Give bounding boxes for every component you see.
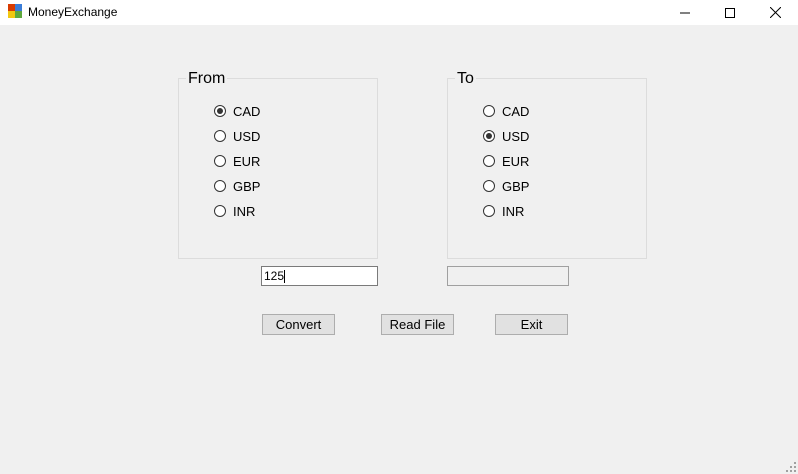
radio-label: CAD <box>502 103 530 119</box>
radio-button-checked[interactable] <box>214 105 226 117</box>
radio-button[interactable] <box>214 130 226 142</box>
radio-button[interactable] <box>214 205 226 217</box>
to-radio-cad[interactable]: CAD <box>483 103 529 119</box>
from-group-title: From <box>186 70 228 88</box>
from-radio-cad[interactable]: CAD <box>214 103 260 119</box>
radio-label: GBP <box>233 178 261 194</box>
radio-button[interactable] <box>214 180 226 192</box>
title-bar: MoneyExchange <box>0 0 798 25</box>
convert-button[interactable]: Convert <box>262 314 335 335</box>
to-groupbox: To CAD USD EUR GBP INR <box>447 70 647 259</box>
from-groupbox: From CAD USD EUR GBP INR <box>178 70 378 259</box>
amount-input-value: 125 <box>264 269 285 283</box>
maximize-icon <box>725 7 735 18</box>
radio-button[interactable] <box>483 155 495 167</box>
to-radio-gbp[interactable]: GBP <box>483 178 529 194</box>
to-group-title: To <box>455 70 476 88</box>
radio-label: INR <box>502 203 525 219</box>
radio-button[interactable] <box>483 205 495 217</box>
radio-label: USD <box>233 128 261 144</box>
text-caret <box>284 270 286 284</box>
close-icon <box>769 7 781 18</box>
minimize-icon <box>680 12 690 13</box>
to-radio-usd[interactable]: USD <box>483 128 529 144</box>
radio-button[interactable] <box>214 155 226 167</box>
read-file-button[interactable]: Read File <box>381 314 454 335</box>
to-radio-inr[interactable]: INR <box>483 203 524 219</box>
close-button[interactable] <box>752 0 798 25</box>
radio-label: CAD <box>233 103 261 119</box>
from-radio-inr[interactable]: INR <box>214 203 255 219</box>
from-radio-usd[interactable]: USD <box>214 128 260 144</box>
radio-label: EUR <box>233 153 261 169</box>
radio-label: INR <box>233 203 256 219</box>
from-radio-gbp[interactable]: GBP <box>214 178 260 194</box>
to-radio-eur[interactable]: EUR <box>483 153 529 169</box>
window-title: MoneyExchange <box>28 5 118 19</box>
radio-label: GBP <box>502 178 530 194</box>
result-output[interactable] <box>447 266 569 286</box>
from-radio-eur[interactable]: EUR <box>214 153 260 169</box>
minimize-button[interactable] <box>662 0 708 25</box>
app-icon <box>8 4 22 18</box>
amount-input[interactable]: 125 <box>261 266 378 286</box>
radio-button[interactable] <box>483 180 495 192</box>
radio-label: EUR <box>502 153 530 169</box>
radio-button-checked[interactable] <box>483 130 495 142</box>
exit-button[interactable]: Exit <box>495 314 568 335</box>
maximize-button[interactable] <box>707 0 753 25</box>
radio-label: USD <box>502 128 530 144</box>
resize-grip-icon[interactable] <box>786 462 796 472</box>
radio-button[interactable] <box>483 105 495 117</box>
